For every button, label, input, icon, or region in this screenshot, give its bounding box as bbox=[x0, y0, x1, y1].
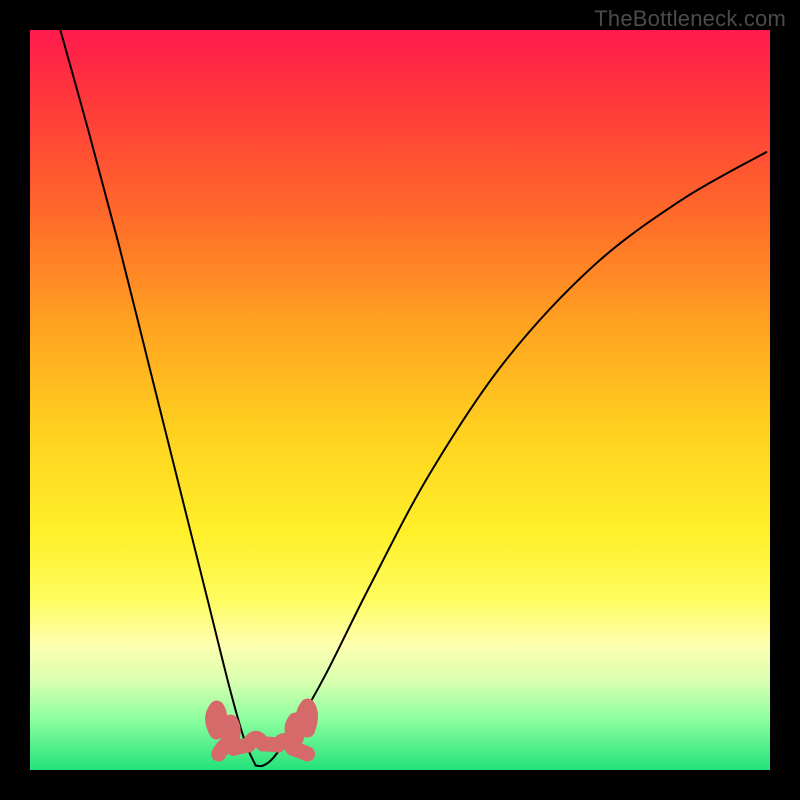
attribution-watermark: TheBottleneck.com bbox=[594, 6, 786, 32]
bottleneck-curve-overlay bbox=[30, 30, 770, 770]
bottleneck-curve-right bbox=[256, 152, 767, 766]
bottleneck-bottom-bumps bbox=[213, 706, 311, 754]
bottleneck-curve-left bbox=[60, 30, 255, 766]
